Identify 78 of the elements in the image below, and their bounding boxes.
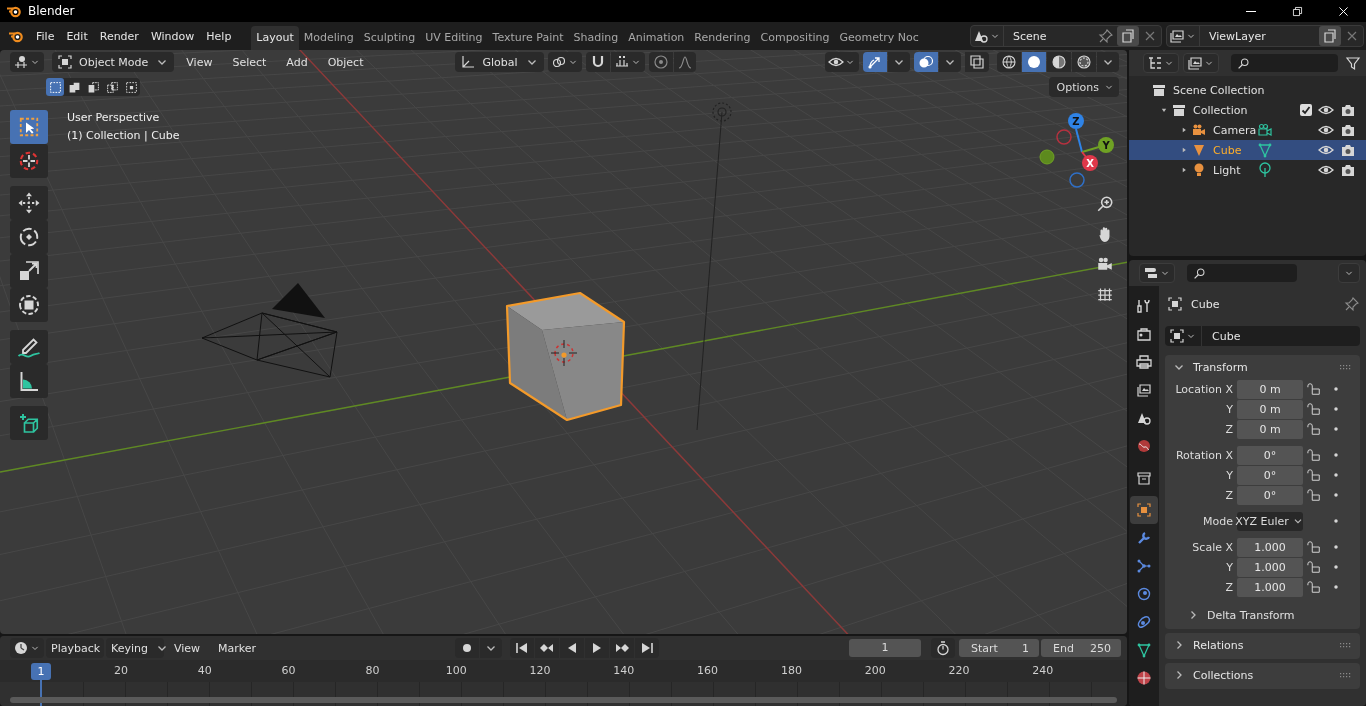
frame-number: 220	[948, 664, 970, 677]
number-field[interactable]: 0 m	[1237, 399, 1303, 419]
mode-dropdown[interactable]: Object Mode	[52, 52, 175, 72]
field-label: Mode	[1202, 514, 1233, 528]
number-field[interactable]: 1.000	[1237, 557, 1303, 577]
frame-number: 180	[780, 664, 802, 677]
number-field[interactable]: 0°	[1237, 445, 1303, 465]
frame-number: 80	[365, 664, 380, 677]
number-field[interactable]: 1.000	[1237, 537, 1303, 557]
menu-dropdown[interactable]: Keying	[106, 638, 164, 658]
workspace-tab[interactable]: Modeling	[298, 26, 359, 50]
field-label: Z	[1224, 422, 1233, 436]
number-field[interactable]: 1.000	[1237, 577, 1303, 597]
start-frame-field[interactable]: Start 1	[959, 639, 1039, 657]
field-label: Z	[1224, 488, 1233, 502]
workspace-tab[interactable]: Sculpting	[358, 26, 421, 50]
menu-item[interactable]: Select	[224, 55, 275, 69]
workspace-tab[interactable]: Layout	[251, 26, 299, 50]
options-dropdown[interactable]: Options	[1048, 77, 1119, 97]
outliner-item[interactable]: Collection	[1129, 100, 1366, 120]
frame-number: 40	[197, 664, 212, 677]
menu-item[interactable]: Object	[319, 55, 372, 69]
menu-item[interactable]: Window	[144, 29, 201, 43]
frame-number: 60	[281, 664, 296, 677]
x-axis-handle[interactable]: X	[1081, 151, 1098, 171]
panel-header[interactable]: Relations	[1165, 633, 1360, 657]
outliner-item[interactable]: Light	[1129, 160, 1366, 180]
number-field[interactable]: 0°	[1237, 485, 1303, 505]
current-frame-field[interactable]: 1	[849, 639, 921, 657]
field-label: Y	[1225, 468, 1233, 482]
subpanel-header[interactable]: Delta Transform	[1165, 603, 1360, 627]
workspace-tab[interactable]: Compositing	[755, 26, 835, 50]
field-label: Rotation X	[1174, 448, 1233, 462]
name-field[interactable]: Cube	[1202, 329, 1241, 343]
viewport-info-text: User Perspective	[67, 110, 161, 126]
menu-item[interactable]: File	[30, 29, 61, 43]
workspace-tab[interactable]: Texture Paint	[487, 26, 569, 50]
menu-item[interactable]: Add	[278, 55, 316, 69]
frame-number: 120	[529, 664, 551, 677]
field-label: Y	[1225, 560, 1233, 574]
field-label: Y	[1225, 402, 1233, 416]
window-title: Blender	[28, 4, 75, 18]
frame-number: 140	[613, 664, 635, 677]
y-axis-handle[interactable]: Y	[1081, 137, 1114, 153]
menu-item[interactable]: View	[166, 641, 209, 655]
frame-number: 20	[114, 664, 128, 677]
end-frame-field[interactable]: End 250	[1041, 639, 1121, 657]
frame-number: 240	[1032, 664, 1054, 677]
workspace-tab[interactable]: Geometry Noc	[834, 26, 924, 50]
workspace-tab[interactable]: Animation	[623, 26, 690, 50]
field-label: Z	[1224, 580, 1233, 594]
rotation-mode-dropdown[interactable]: XYZ Euler	[1237, 511, 1303, 531]
workspace-tab[interactable]: UV Editing	[420, 26, 488, 50]
viewport-info-text: (1) Collection | Cube	[67, 128, 180, 144]
playhead-frame[interactable]: 1	[31, 663, 51, 680]
workspace-tab[interactable]: Rendering	[689, 26, 756, 50]
outliner-item[interactable]: Camera	[1129, 120, 1366, 140]
number-field[interactable]: 0°	[1237, 465, 1303, 485]
orientation-dropdown[interactable]: Global	[455, 52, 544, 72]
menu-item[interactable]: Help	[200, 29, 238, 43]
workspace-tab[interactable]: Shading	[568, 26, 624, 50]
field-label: Scale X	[1191, 540, 1233, 554]
frame-number: 200	[864, 664, 886, 677]
frame-number: 100	[445, 664, 467, 677]
menu-item[interactable]: Render	[93, 29, 145, 43]
menu-item[interactable]: Edit	[60, 29, 94, 43]
field-label: Location X	[1174, 382, 1233, 396]
frame-number: 160	[697, 664, 719, 677]
menu-item[interactable]: Marker	[210, 641, 265, 655]
number-field[interactable]: 0 m	[1237, 379, 1303, 399]
menu-item[interactable]: View	[178, 55, 221, 69]
object-name: Cube	[1191, 297, 1221, 311]
outliner-item[interactable]: Scene Collection	[1129, 80, 1366, 100]
panel-header[interactable]: Transform	[1165, 355, 1360, 379]
panel-header[interactable]: Collections	[1165, 663, 1360, 687]
number-field[interactable]: 0 m	[1237, 419, 1303, 439]
outliner-item[interactable]: Cube	[1129, 140, 1366, 160]
z-axis-handle[interactable]: Z	[1068, 113, 1084, 153]
